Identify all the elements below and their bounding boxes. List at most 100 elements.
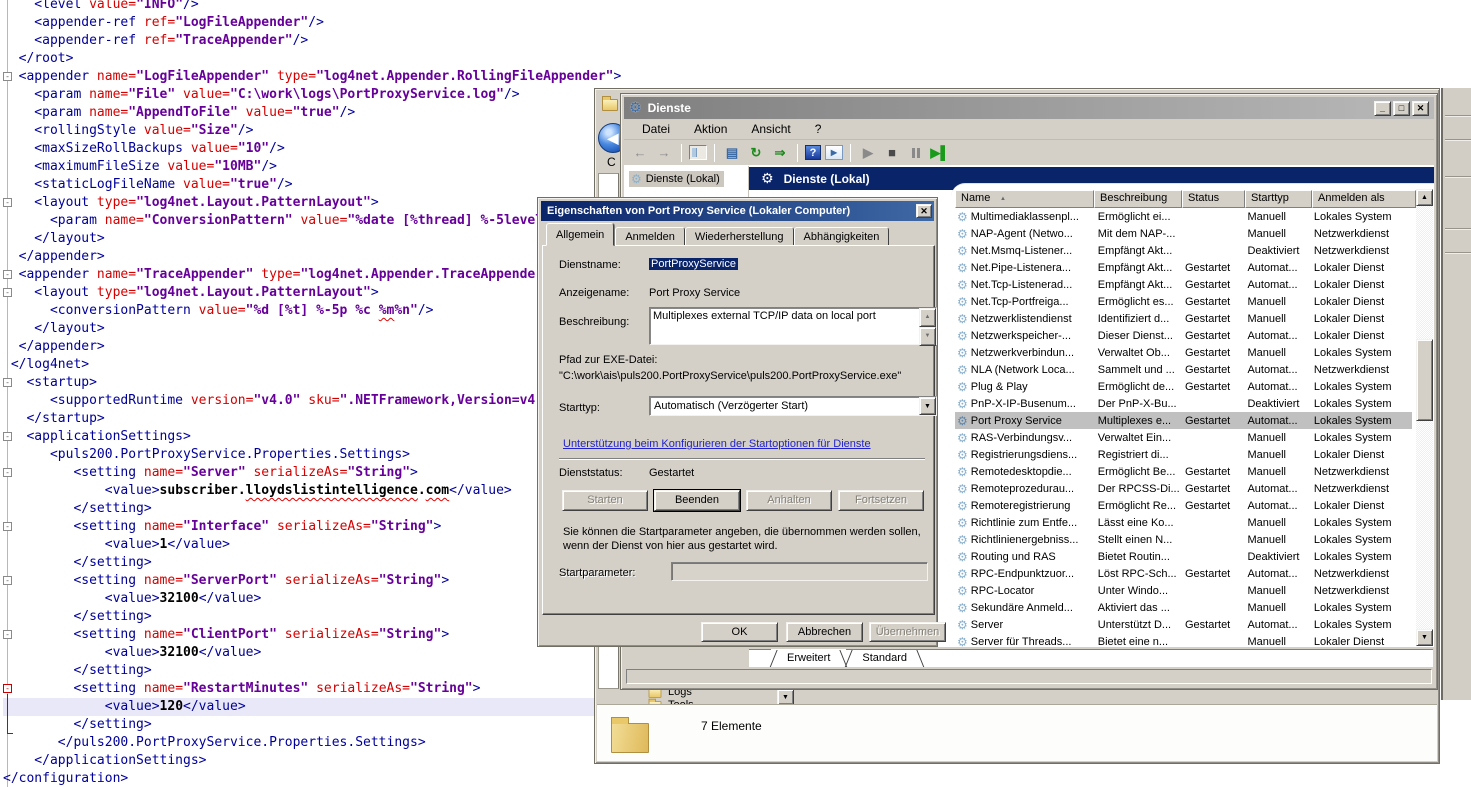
code-line[interactable]: <supportedRuntime version="v4.0" sku=".N…	[3, 392, 594, 410]
service-name-value[interactable]: PortProxyService	[649, 258, 738, 270]
code-line[interactable]: <appender name="TraceAppender" type="log…	[3, 266, 594, 284]
code-line[interactable]: </configuration>	[3, 770, 594, 787]
restart-service-icon[interactable]: ▶▌	[930, 144, 950, 162]
fold-collapse-icon[interactable]: -	[3, 576, 12, 585]
help-icon[interactable]: ?	[805, 145, 821, 160]
code-line[interactable]: <maxSizeRollBackups value="10"/>	[3, 140, 594, 158]
service-row[interactable]: ⚙RPC-Endpunktzuor...Löst RPC-Sch...Gesta…	[955, 565, 1412, 582]
fold-collapse-icon[interactable]: -	[3, 432, 12, 441]
tab-allgemein[interactable]: Allgemein	[546, 223, 614, 246]
scroll-down-icon[interactable]: ▼	[919, 327, 936, 346]
code-line[interactable]: <staticLogFileName value="true"/>	[3, 176, 594, 194]
service-row[interactable]: ⚙Netzwerkspeicher-...Dieser Dienst...Ges…	[955, 327, 1412, 344]
column-header-status[interactable]: Status	[1182, 190, 1245, 208]
code-line[interactable]: <maximumFileSize value="10MB"/>	[3, 158, 594, 176]
tree-item-dienste-lokal[interactable]: ⚙ Dienste (Lokal)	[629, 171, 724, 187]
service-row[interactable]: ⚙PnP-X-IP-Busenum...Der PnP-X-Bu...Deakt…	[955, 395, 1412, 412]
stop-service-icon[interactable]: ■	[882, 144, 902, 162]
scroll-up-icon[interactable]: ▲	[919, 308, 936, 327]
code-line[interactable]: </appender>	[3, 338, 594, 356]
tab-anmelden[interactable]: Anmelden	[615, 227, 685, 246]
service-row[interactable]: ⚙Sekundäre Anmeld...Aktiviert das ...Man…	[955, 599, 1412, 616]
close-button[interactable]: ✕	[1412, 101, 1429, 116]
tab-standard[interactable]: Standard	[846, 650, 923, 668]
display-name-value[interactable]: Port Proxy Service	[649, 287, 740, 299]
code-line[interactable]: <appender name="LogFileAppender" type="l…	[3, 68, 594, 86]
service-row[interactable]: ⚙Richtlinienergebniss...Stellt einen N..…	[955, 531, 1412, 548]
pause-service-icon[interactable]	[906, 144, 926, 162]
refresh-icon[interactable]: ↻	[746, 144, 766, 162]
service-row[interactable]: ⚙Net.Tcp-Portfreiga...Ermöglicht es...Ge…	[955, 293, 1412, 310]
code-line[interactable]: <level value="INFO"/>	[3, 0, 594, 14]
tab-erweitert[interactable]: Erweitert	[771, 649, 846, 668]
service-row[interactable]: ⚙Richtlinie zum Entfe...Lässt eine Ko...…	[955, 514, 1412, 531]
code-line[interactable]: </setting>	[3, 662, 594, 680]
code-line[interactable]: </root>	[3, 50, 594, 68]
code-line[interactable]: <value>120</value>	[3, 698, 594, 716]
code-line[interactable]: <setting name="Server" serializeAs="Stri…	[3, 464, 594, 482]
scroll-up-icon[interactable]: ▲	[1416, 189, 1433, 206]
scroll-down-icon[interactable]: ▼	[1416, 629, 1433, 646]
vertical-scrollbar[interactable]: ▲ ▼	[1416, 189, 1433, 646]
service-row[interactable]: ⚙Netzwerkverbindun...Verwaltet Ob...Gest…	[955, 344, 1412, 361]
service-row[interactable]: ⚙NAP-Agent (Netwo...Mit dem NAP-...Manue…	[955, 225, 1412, 242]
dialog-close-icon[interactable]: ✕	[916, 204, 932, 218]
fold-collapse-icon[interactable]: -	[3, 270, 12, 279]
code-line[interactable]: <layout type="log4net.Layout.PatternLayo…	[3, 284, 594, 302]
service-row[interactable]: ⚙Plug & PlayErmöglicht de...GestartetAut…	[955, 378, 1412, 395]
start-service-icon[interactable]: ▶	[858, 144, 878, 162]
tab-abhaengigkeiten[interactable]: Abhängigkeiten	[794, 227, 890, 246]
service-row[interactable]: ⚙Net.Tcp-Listenerad...Empfängt Akt...Ges…	[955, 276, 1412, 293]
service-row[interactable]: ⚙Port Proxy ServiceMultiplexes e...Gesta…	[955, 412, 1412, 429]
code-line[interactable]: </setting>	[3, 554, 594, 572]
service-row[interactable]: ⚙Registrierungsdiens...Registriert di...…	[955, 446, 1412, 463]
cancel-button[interactable]: Abbrechen	[786, 622, 863, 642]
code-line[interactable]: <setting name="ClientPort" serializeAs="…	[3, 626, 594, 644]
code-line[interactable]: <param name="ConversionPattern" value="%…	[3, 212, 594, 230]
dropdown-arrow-button[interactable]: ▼	[777, 689, 794, 705]
fold-collapse-icon[interactable]: -	[3, 378, 12, 387]
pause-button[interactable]: Anhalten	[746, 490, 832, 511]
chevron-down-icon[interactable]: ▼	[919, 397, 936, 415]
code-line[interactable]: <rollingStyle value="Size"/>	[3, 122, 594, 140]
code-line[interactable]: <applicationSettings>	[3, 428, 594, 446]
code-line[interactable]: </setting>	[3, 608, 594, 626]
code-line[interactable]: </log4net>	[3, 356, 594, 374]
service-row[interactable]: ⚙RPC-LocatorUnter Windo...ManuellNetzwer…	[955, 582, 1412, 599]
code-line[interactable]: </layout>	[3, 320, 594, 338]
start-type-combobox[interactable]: Automatisch (Verzögerter Start) ▼	[649, 396, 937, 416]
code-area[interactable]: <level value="INFO"/> <appender-ref ref=…	[3, 0, 594, 787]
fold-collapse-icon[interactable]: -	[3, 630, 12, 639]
code-line[interactable]: </setting>	[3, 716, 594, 734]
properties-icon[interactable]: ▤	[722, 144, 742, 162]
fold-collapse-icon[interactable]: -	[3, 198, 12, 207]
stop-button[interactable]: Beenden	[654, 490, 740, 511]
startup-options-link[interactable]: Unterstützung beim Konfigurieren der Sta…	[563, 438, 871, 450]
service-row[interactable]: ⚙Net.Pipe-Listenera...Empfängt Akt...Ges…	[955, 259, 1412, 276]
back-icon[interactable]: ←	[630, 144, 650, 162]
menu-ansicht[interactable]: Ansicht	[745, 121, 796, 137]
service-row[interactable]: ⚙RemoteregistrierungErmöglicht Re...Gest…	[955, 497, 1412, 514]
start-params-input[interactable]	[671, 562, 928, 581]
fold-collapse-icon-active[interactable]: -	[3, 684, 12, 693]
code-line[interactable]: <startup>	[3, 374, 594, 392]
start-button[interactable]: Starten	[562, 490, 648, 511]
code-line[interactable]: <puls200.PortProxyService.Properties.Set…	[3, 446, 594, 464]
code-line[interactable]: </applicationSettings>	[3, 752, 594, 770]
code-line[interactable]: <value>subscriber.lloydslistintelligence…	[3, 482, 594, 500]
code-line[interactable]: <layout type="log4net.Layout.PatternLayo…	[3, 194, 594, 212]
menu-datei[interactable]: Datei	[636, 121, 676, 137]
code-line[interactable]: <param name="AppendToFile" value="true"/…	[3, 104, 594, 122]
code-line[interactable]: </setting>	[3, 500, 594, 518]
export-list-icon[interactable]: ⇒	[770, 144, 790, 162]
scrollbar-thumb[interactable]	[1416, 339, 1433, 421]
column-header-anmelden-als[interactable]: Anmelden als	[1312, 190, 1416, 208]
forward-icon[interactable]: →	[654, 144, 674, 162]
fold-collapse-icon[interactable]: -	[3, 288, 12, 297]
menu-help[interactable]: ?	[809, 121, 828, 137]
service-row[interactable]: ⚙Remoteprozedurau...Der RPCSS-Di...Gesta…	[955, 480, 1412, 497]
services-titlebar[interactable]: ⚙ Dienste _ □ ✕	[624, 97, 1434, 119]
service-row[interactable]: ⚙Routing und RASBietet Routin...Deaktivi…	[955, 548, 1412, 565]
code-line[interactable]: <value>32100</value>	[3, 644, 594, 662]
resume-button[interactable]: Fortsetzen	[838, 490, 924, 511]
